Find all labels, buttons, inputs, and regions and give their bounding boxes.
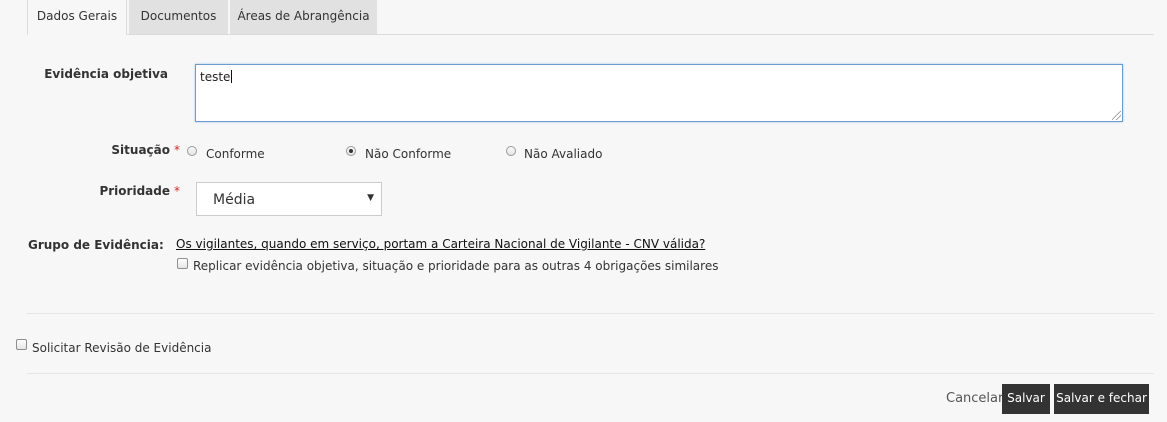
replicar-label[interactable]: Replicar evidência objetiva, situação e … — [193, 259, 718, 273]
tab-documentos[interactable]: Documentos — [129, 0, 228, 34]
tab-dados-gerais[interactable]: Dados Gerais — [27, 0, 127, 35]
cancel-button[interactable]: Cancelar — [946, 391, 1003, 406]
evidencia-value: teste — [200, 70, 231, 84]
revisao-label[interactable]: Solicitar Revisão de Evidência — [32, 341, 211, 355]
tabs-divider — [27, 34, 1154, 35]
resize-grip-icon[interactable] — [1112, 111, 1121, 120]
radio-conforme[interactable] — [187, 146, 197, 156]
dropdown-arrow-icon: ▼ — [367, 193, 374, 203]
radio-nao-conforme[interactable] — [346, 146, 356, 156]
radio-conforme-label[interactable]: Conforme — [206, 147, 265, 161]
radio-nao-avaliado-label[interactable]: Não Avaliado — [524, 147, 602, 161]
required-mark: * — [174, 143, 180, 157]
divider — [27, 373, 1154, 374]
save-and-close-button[interactable]: Salvar e fechar — [1054, 384, 1149, 414]
radio-nao-avaliado[interactable] — [506, 146, 516, 156]
situacao-label-text: Situação — [111, 143, 170, 157]
required-mark: * — [174, 184, 180, 198]
replicar-checkbox[interactable] — [177, 258, 188, 269]
prioridade-label: Prioridade * — [60, 184, 180, 198]
evidencia-textarea[interactable]: teste — [195, 64, 1123, 122]
radio-nao-conforme-label[interactable]: Não Conforme — [365, 147, 451, 161]
grupo-link[interactable]: Os vigilantes, quando em serviço, portam… — [176, 237, 705, 251]
prioridade-label-text: Prioridade — [99, 184, 170, 198]
save-button[interactable]: Salvar — [1002, 384, 1050, 414]
situacao-label: Situação * — [60, 143, 180, 157]
revisao-checkbox[interactable] — [16, 339, 27, 350]
evidencia-label: Evidência objetiva — [44, 67, 168, 81]
prioridade-value: Média — [213, 192, 256, 208]
text-caret — [231, 70, 233, 83]
prioridade-select[interactable]: Média ▼ — [196, 182, 382, 216]
tab-areas-abrangencia[interactable]: Áreas de Abrangência — [230, 0, 377, 34]
divider — [27, 313, 1154, 314]
grupo-label: Grupo de Evidência: — [28, 238, 164, 252]
